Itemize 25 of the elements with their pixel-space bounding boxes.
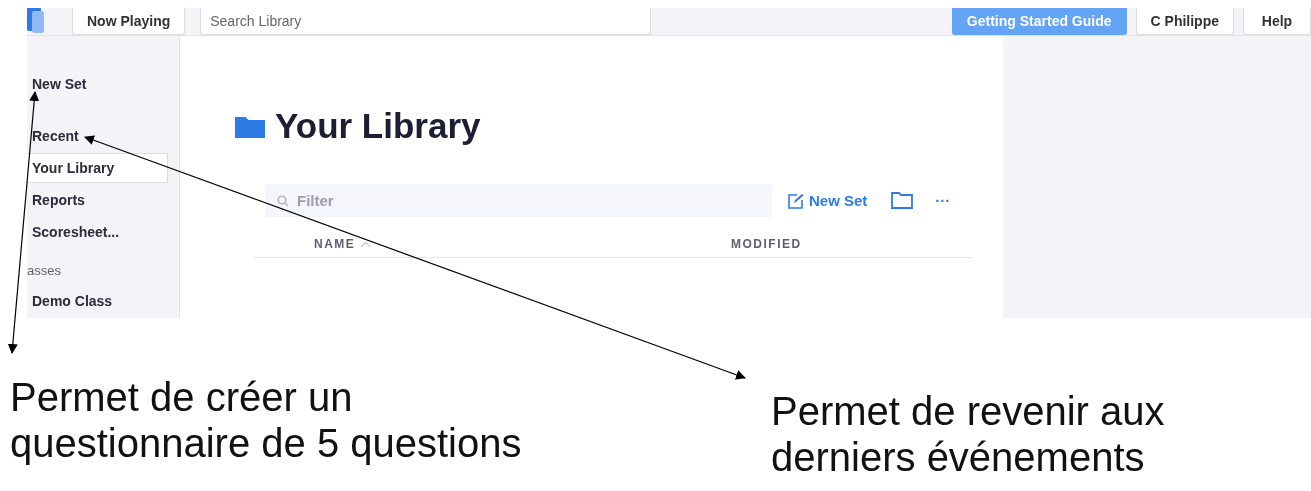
new-set-item[interactable]: New Set — [27, 69, 168, 99]
new-set-link[interactable]: New Set — [788, 192, 868, 209]
logo-icon — [27, 8, 45, 35]
caret-icon — [360, 240, 372, 248]
column-header[interactable]: NAME — [314, 237, 731, 251]
filter-field[interactable]: Filter — [265, 184, 772, 217]
folder-icon — [235, 114, 265, 138]
now-playing-button[interactable]: Now Playing — [72, 8, 186, 35]
annotation-text: Permet de créer un questionnaire de 5 questions — [10, 374, 523, 467]
section-label: asses — [27, 263, 62, 278]
page-title: Your Library — [275, 106, 481, 146]
more-button[interactable]: ··· — [935, 192, 951, 209]
column-header[interactable]: MODIFIED — [731, 237, 972, 251]
sidebar-item[interactable]: Your Library — [27, 153, 168, 183]
sidebar-item[interactable]: Reports — [27, 185, 168, 215]
search-field[interactable]: Search Library — [200, 8, 652, 35]
user-button[interactable]: C Philippe — [1135, 8, 1234, 35]
search-icon — [277, 195, 289, 207]
edit-icon — [788, 192, 804, 209]
sidebar-item[interactable]: Scoresheet... — [27, 217, 168, 247]
sidebar-item[interactable]: Recent — [27, 121, 168, 151]
help-button[interactable]: Help — [1243, 8, 1311, 35]
annotation-text: Permet de revenir aux derniers événements — [771, 388, 1166, 480]
class-item[interactable]: Demo Class — [27, 286, 168, 316]
new-folder-button[interactable] — [891, 192, 914, 209]
